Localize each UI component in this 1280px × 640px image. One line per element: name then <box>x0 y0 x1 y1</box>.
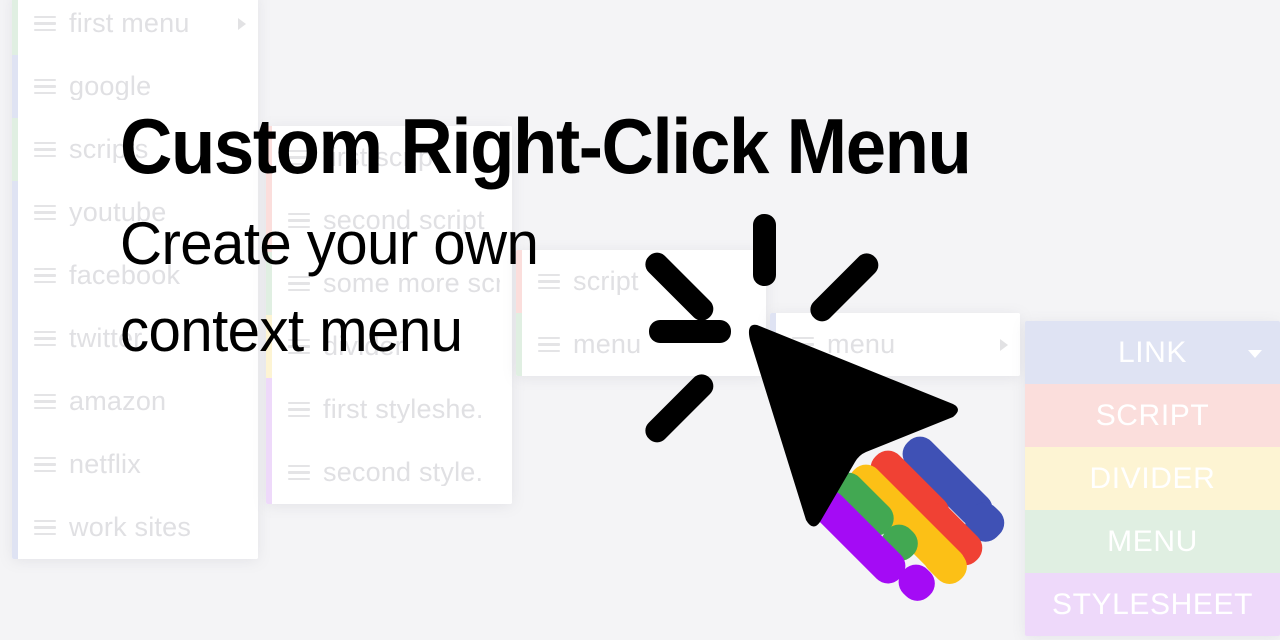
item-type-stripe <box>12 118 18 181</box>
palette-item-label: STYLESHEET <box>1051 587 1254 621</box>
menu-item-label: first styleshe. <box>323 396 484 423</box>
item-type-stripe <box>266 441 272 504</box>
menu-item[interactable]: youtube <box>12 181 258 244</box>
menu-item[interactable]: first styleshe. <box>266 378 512 441</box>
menu-item[interactable]: scripts <box>12 118 258 181</box>
confetti-group <box>812 436 1005 601</box>
drag-handle-icon[interactable] <box>288 338 310 355</box>
item-type-stripe <box>266 252 272 315</box>
drag-handle-icon[interactable] <box>34 15 56 32</box>
menu-item[interactable]: first menu <box>12 0 258 55</box>
menu-item-label: facebook <box>69 262 181 289</box>
drag-handle-icon[interactable] <box>34 141 56 158</box>
item-type-stripe <box>12 433 18 496</box>
drag-handle-icon[interactable] <box>34 519 56 536</box>
drag-handle-icon[interactable] <box>288 149 310 166</box>
menu-item[interactable]: google <box>12 55 258 118</box>
menu-item-label: google <box>69 73 152 100</box>
menu-item[interactable]: netflix <box>12 433 258 496</box>
menu-item-label: second style. <box>323 459 484 486</box>
drag-handle-icon[interactable] <box>288 464 310 481</box>
drag-handle-icon[interactable] <box>792 336 814 353</box>
item-type-stripe <box>266 315 272 378</box>
item-type-stripe <box>266 378 272 441</box>
menu-item-label: first menu <box>69 10 190 37</box>
item-type-stripe <box>12 55 18 118</box>
menu-item[interactable]: menu <box>516 313 766 376</box>
menu-item-label: amazon <box>69 388 167 415</box>
item-type-palette[interactable]: LINK SCRIPT DIVIDER MENU STYLESHEET <box>1025 321 1280 636</box>
menu-item-label: second script <box>323 207 485 234</box>
item-type-stripe <box>516 250 522 313</box>
palette-item-label: LINK <box>1117 335 1188 369</box>
menu-item-label: scripts <box>69 136 149 163</box>
palette-item-label: DIVIDER <box>1089 461 1216 495</box>
item-type-stripe <box>266 189 272 252</box>
item-type-stripe <box>12 181 18 244</box>
item-type-stripe <box>770 313 776 376</box>
chevron-right-icon[interactable] <box>238 17 246 30</box>
menu-item-label: menu <box>827 331 896 358</box>
drag-handle-icon[interactable] <box>34 267 56 284</box>
drag-handle-icon[interactable] <box>288 275 310 292</box>
palette-item-label: SCRIPT <box>1095 398 1210 432</box>
chevron-right-icon[interactable] <box>1000 338 1008 351</box>
menu-item-label: netflix <box>69 451 141 478</box>
menu-item[interactable]: second script <box>266 189 512 252</box>
menu-item[interactable]: script <box>516 250 766 313</box>
menu-item-label: divider <box>323 333 404 360</box>
palette-item-label: MENU <box>1107 524 1198 558</box>
third-level-menu-panel[interactable]: script menu <box>516 250 766 376</box>
palette-item-script[interactable]: SCRIPT <box>1025 384 1280 447</box>
menu-item[interactable]: amazon <box>12 370 258 433</box>
palette-item-divider[interactable]: DIVIDER <box>1025 447 1280 510</box>
menu-item-label: youtube <box>69 199 167 226</box>
drag-handle-icon[interactable] <box>288 212 310 229</box>
palette-item-menu[interactable]: MENU <box>1025 510 1280 573</box>
item-type-stripe <box>12 244 18 307</box>
chevron-down-icon[interactable] <box>1248 349 1262 358</box>
menu-item[interactable]: divider <box>266 315 512 378</box>
menu-item-label: work sites <box>69 514 192 541</box>
drag-handle-icon[interactable] <box>34 393 56 410</box>
menu-item-label: twitter <box>69 325 143 352</box>
menu-item-label: some more scrip... <box>323 270 500 297</box>
menu-item[interactable]: second style. <box>266 441 512 504</box>
item-type-stripe <box>266 126 272 189</box>
item-type-stripe <box>516 313 522 376</box>
drag-handle-icon[interactable] <box>34 78 56 95</box>
menu-item-label: script <box>573 268 639 295</box>
menu-item-label: first script <box>323 144 441 171</box>
item-type-stripe <box>12 370 18 433</box>
menu-item[interactable]: twitter <box>12 307 258 370</box>
menu-item-label: menu <box>573 331 642 358</box>
menu-item[interactable]: some more scrip... <box>266 252 512 315</box>
page-title: Custom Right-Click Menu <box>120 102 972 190</box>
drag-handle-icon[interactable] <box>34 456 56 473</box>
menu-item[interactable]: menu <box>770 313 1020 376</box>
second-level-menu-panel[interactable]: first script second script some more scrip… <box>266 126 512 504</box>
drag-handle-icon[interactable] <box>34 330 56 347</box>
item-type-stripe <box>12 496 18 559</box>
drag-handle-icon[interactable] <box>288 401 310 418</box>
drag-handle-icon[interactable] <box>538 273 560 290</box>
palette-item-stylesheet[interactable]: STYLESHEET <box>1025 573 1280 636</box>
palette-item-link[interactable]: LINK <box>1025 321 1280 384</box>
drag-handle-icon[interactable] <box>538 336 560 353</box>
first-level-menu-panel[interactable]: first menu google scripts youtube facebook tw… <box>12 0 258 559</box>
menu-item[interactable]: first script <box>266 126 512 189</box>
menu-item[interactable]: work sites <box>12 496 258 559</box>
hero-banner: first menu google scripts youtube facebook tw… <box>0 0 1280 640</box>
menu-item[interactable]: facebook <box>12 244 258 307</box>
drag-handle-icon[interactable] <box>34 204 56 221</box>
fourth-level-menu-panel[interactable]: menu <box>770 313 1020 376</box>
item-type-stripe <box>12 0 18 55</box>
item-type-stripe <box>12 307 18 370</box>
